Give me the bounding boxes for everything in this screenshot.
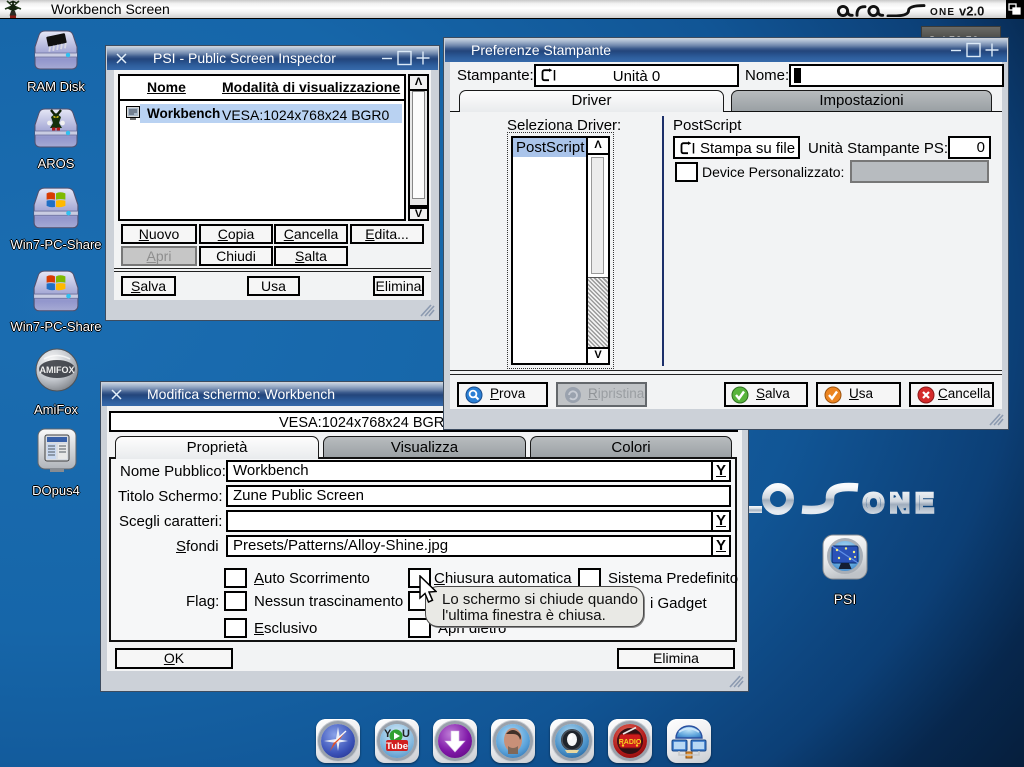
svg-text:v2.0: v2.0 [959,4,984,18]
svg-text:U: U [402,728,410,740]
svg-text:AMIFOX: AMIFOX [40,365,75,375]
svg-text:ONE: ONE [863,488,940,518]
svg-text:Tube: Tube [386,741,408,752]
svg-text:ONE: ONE [930,7,955,17]
